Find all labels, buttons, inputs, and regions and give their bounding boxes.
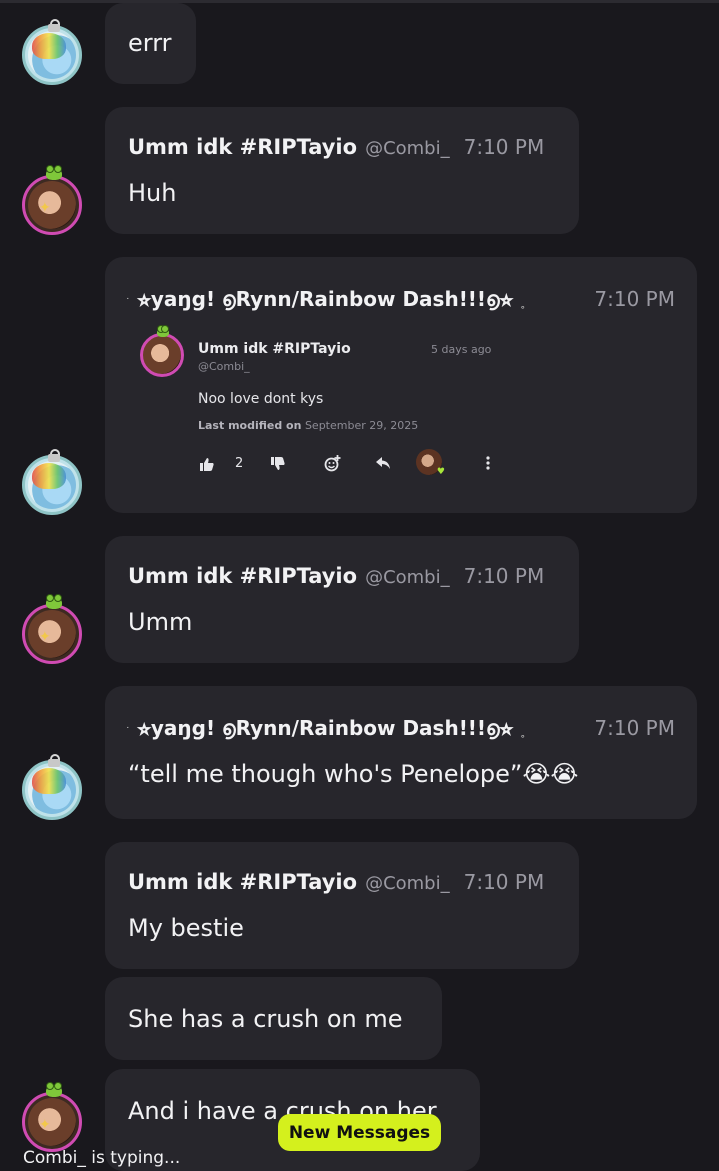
like-count: 2 bbox=[235, 456, 244, 471]
author-suffix: ˳ bbox=[520, 725, 526, 738]
avatar-rynn[interactable] bbox=[22, 754, 82, 820]
avatar-combi[interactable]: ✦ bbox=[22, 165, 82, 235]
embed-avatar[interactable] bbox=[140, 325, 184, 377]
author-name-text: ⭐︎yaŋg! ൭Rynn/Rainbow Dash!!!൭⭐︎ bbox=[137, 716, 514, 740]
modified-date: September 29, 2025 bbox=[304, 419, 419, 432]
author-suffix: ˳ bbox=[520, 296, 526, 309]
author-name[interactable]: Umm idk #RIPTayio bbox=[128, 135, 357, 159]
leaf-icon: ✦ bbox=[39, 200, 51, 216]
author-name-text: ⭐︎yaŋg! ൭Rynn/Rainbow Dash!!!൭⭐︎ bbox=[137, 287, 514, 311]
message-bubble[interactable]: Umm idk #RIPTayio @Combi_ 7:10 PM Huh bbox=[105, 107, 579, 234]
lock-icon bbox=[47, 19, 61, 32]
frog-badge-icon bbox=[46, 1082, 62, 1097]
avatar-image bbox=[28, 1098, 76, 1146]
more-icon[interactable] bbox=[486, 456, 490, 470]
avatar-image bbox=[28, 461, 76, 509]
frog-badge-icon bbox=[46, 594, 62, 609]
embed-author-name[interactable]: Umm idk #RIPTayio bbox=[198, 341, 351, 357]
message-text: My bestie bbox=[128, 914, 244, 942]
author-handle[interactable]: @Combi_ bbox=[365, 567, 450, 588]
message-bubble[interactable]: errr bbox=[105, 3, 196, 84]
message-text: She has a crush on me bbox=[128, 1005, 403, 1033]
modified-label: Last modified on bbox=[198, 419, 302, 432]
top-divider bbox=[0, 0, 719, 3]
author-name[interactable]: Umm idk #RIPTayio bbox=[128, 870, 357, 894]
avatar-combi[interactable]: ✦ bbox=[22, 594, 82, 664]
embed-time-ago: 5 days ago bbox=[431, 343, 492, 356]
author-name[interactable]: ˙ ⭐︎yaŋg! ൭Rynn/Rainbow Dash!!!൭⭐︎ ˳ bbox=[125, 716, 526, 740]
timestamp: 7:10 PM bbox=[463, 564, 545, 588]
embed-body-text: Noo love dont kys bbox=[198, 391, 324, 407]
avatar-rynn[interactable] bbox=[22, 449, 82, 515]
reactor-avatar[interactable]: ♥ bbox=[416, 449, 445, 477]
embed-author-handle[interactable]: @Combi_ bbox=[198, 360, 250, 373]
leaf-icon: ✦ bbox=[39, 629, 51, 645]
embed-modified-note: Last modified on September 29, 2025 bbox=[198, 419, 418, 432]
timestamp: 7:10 PM bbox=[463, 135, 545, 159]
message-bubble[interactable]: Umm idk #RIPTayio @Combi_ 7:10 PM My bes… bbox=[105, 842, 579, 969]
author-prefix: ˙ bbox=[125, 725, 131, 738]
leaf-icon: ✦ bbox=[39, 1117, 51, 1133]
message-text: errr bbox=[128, 29, 172, 57]
message-bubble[interactable]: She has a crush on me bbox=[105, 977, 442, 1060]
frog-badge-icon bbox=[46, 165, 62, 180]
avatar-image bbox=[28, 610, 76, 658]
message-bubble[interactable]: Umm idk #RIPTayio @Combi_ 7:10 PM Umm bbox=[105, 536, 579, 663]
author-handle[interactable]: @Combi_ bbox=[365, 138, 450, 159]
message-bubble[interactable]: ˙ ⭐︎yaŋg! ൭Rynn/Rainbow Dash!!!൭⭐︎ ˳ 7:1… bbox=[105, 257, 697, 513]
avatar-rynn[interactable] bbox=[22, 19, 82, 85]
author-name[interactable]: ˙ ⭐︎yaŋg! ൭Rynn/Rainbow Dash!!!൭⭐︎ ˳ bbox=[125, 287, 526, 311]
lock-icon bbox=[47, 754, 61, 767]
message-bubble[interactable]: ˙ ⭐︎yaŋg! ൭Rynn/Rainbow Dash!!!൭⭐︎ ˳ 7:1… bbox=[105, 686, 697, 819]
timestamp: 7:10 PM bbox=[594, 716, 675, 740]
avatar-combi[interactable]: ✦ bbox=[22, 1082, 82, 1152]
reply-icon[interactable] bbox=[376, 457, 391, 470]
thumbs-up-icon[interactable] bbox=[200, 458, 214, 471]
timestamp: 7:10 PM bbox=[463, 870, 545, 894]
author-prefix: ˙ bbox=[125, 296, 131, 309]
author-handle[interactable]: @Combi_ bbox=[365, 873, 450, 894]
heart-icon: ♥ bbox=[436, 467, 445, 477]
avatar-image bbox=[28, 181, 76, 229]
add-reaction-icon[interactable] bbox=[324, 455, 341, 472]
typing-indicator: Combi_ is typing... bbox=[23, 1148, 181, 1168]
frog-badge-icon bbox=[157, 325, 169, 337]
avatar-image bbox=[28, 766, 76, 814]
message-text: Umm bbox=[128, 608, 193, 636]
new-messages-button[interactable]: New Messages bbox=[278, 1114, 441, 1151]
message-text: Huh bbox=[128, 179, 177, 207]
author-name[interactable]: Umm idk #RIPTayio bbox=[128, 564, 357, 588]
message-text: “tell me though who's Penelope”😭😭 bbox=[128, 760, 579, 788]
avatar-image bbox=[28, 31, 76, 79]
lock-icon bbox=[47, 449, 61, 462]
timestamp: 7:10 PM bbox=[594, 287, 675, 311]
thumbs-down-icon[interactable] bbox=[271, 457, 285, 470]
